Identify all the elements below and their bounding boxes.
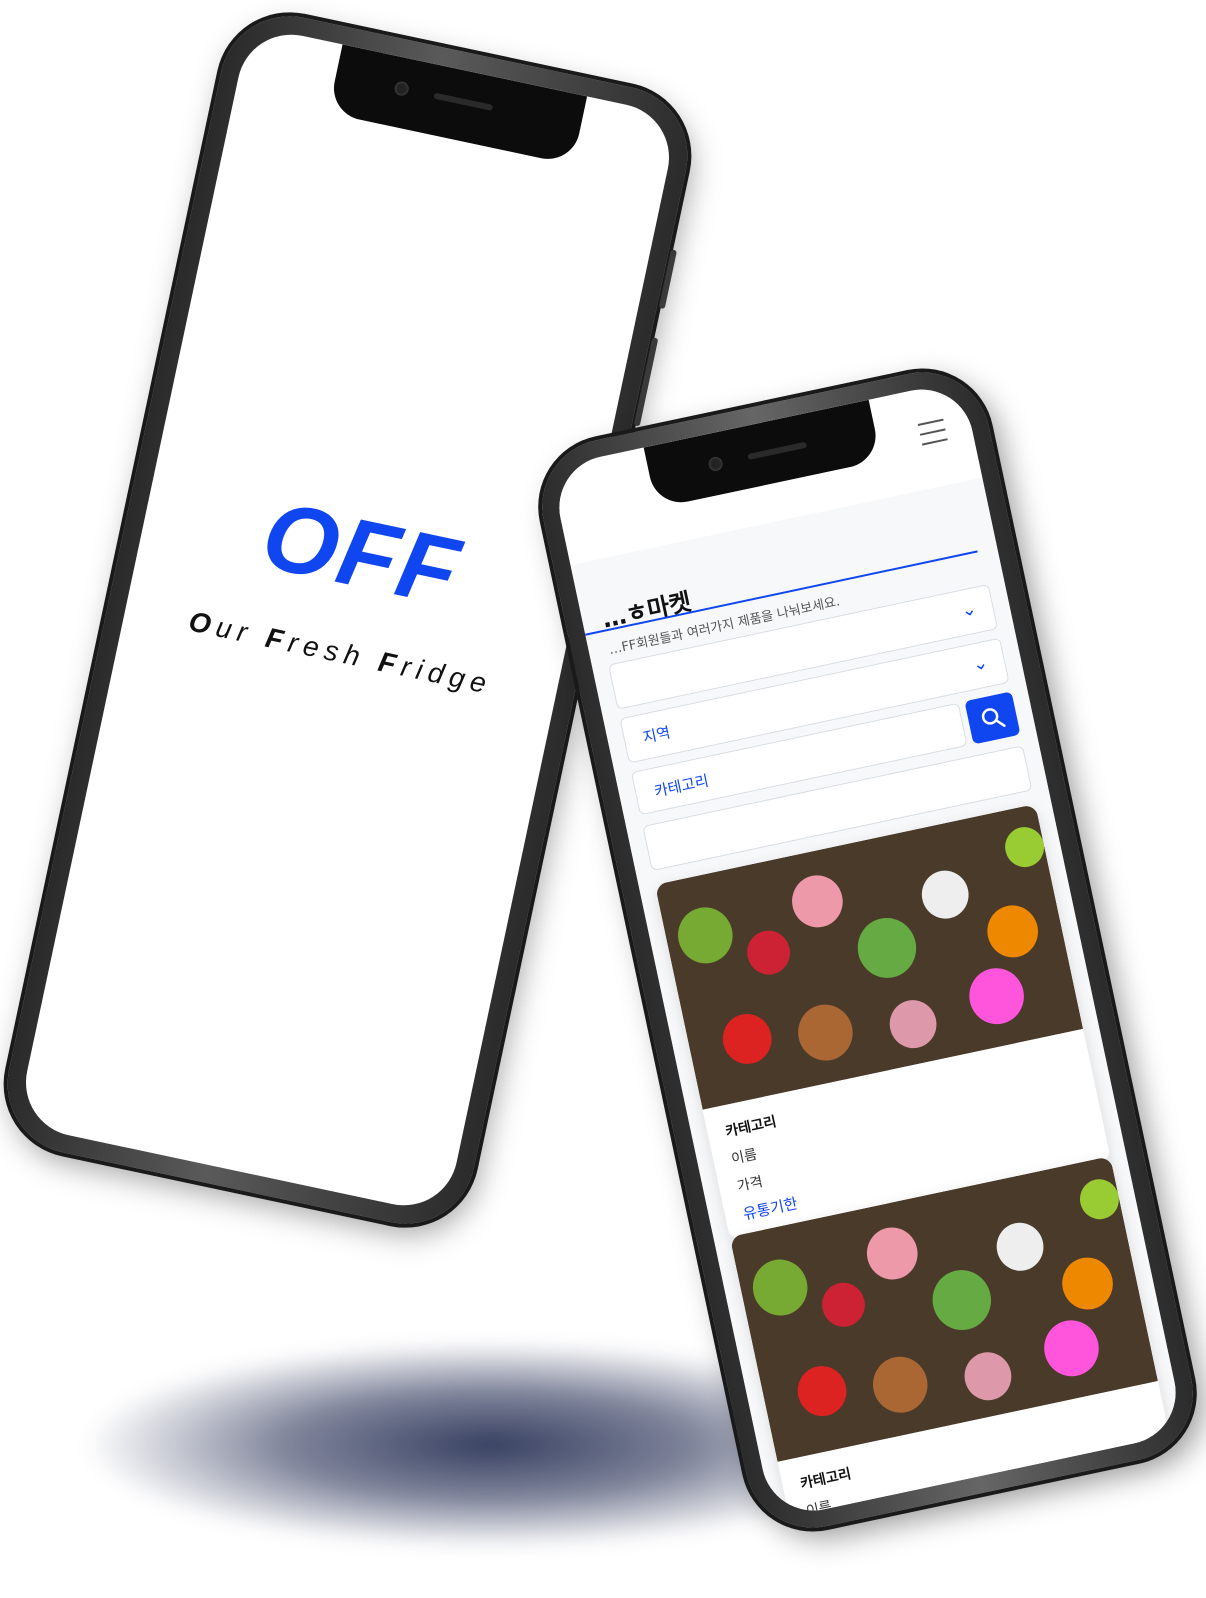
- chevron-down-icon: ⌄: [959, 598, 979, 622]
- camera-icon: [392, 80, 410, 97]
- notch: [327, 44, 587, 165]
- region-label: 지역: [641, 723, 672, 747]
- speaker-grille: [432, 92, 493, 111]
- side-button: [633, 337, 659, 427]
- tagline-segment: ur: [213, 611, 270, 653]
- tagline-segment: ridge: [398, 650, 495, 701]
- search-icon: [981, 708, 1006, 727]
- hamburger-icon[interactable]: [917, 418, 948, 446]
- chevron-down-icon: ⌄: [970, 651, 990, 676]
- search-button[interactable]: [964, 691, 1021, 745]
- speaker-grille: [746, 441, 807, 461]
- side-button: [658, 249, 678, 310]
- category-label: 카테고리: [652, 771, 711, 801]
- camera-icon: [706, 455, 724, 473]
- tagline-segment: resh: [285, 626, 383, 677]
- splash-branding: OFF Our Fresh Fridge: [122, 455, 587, 715]
